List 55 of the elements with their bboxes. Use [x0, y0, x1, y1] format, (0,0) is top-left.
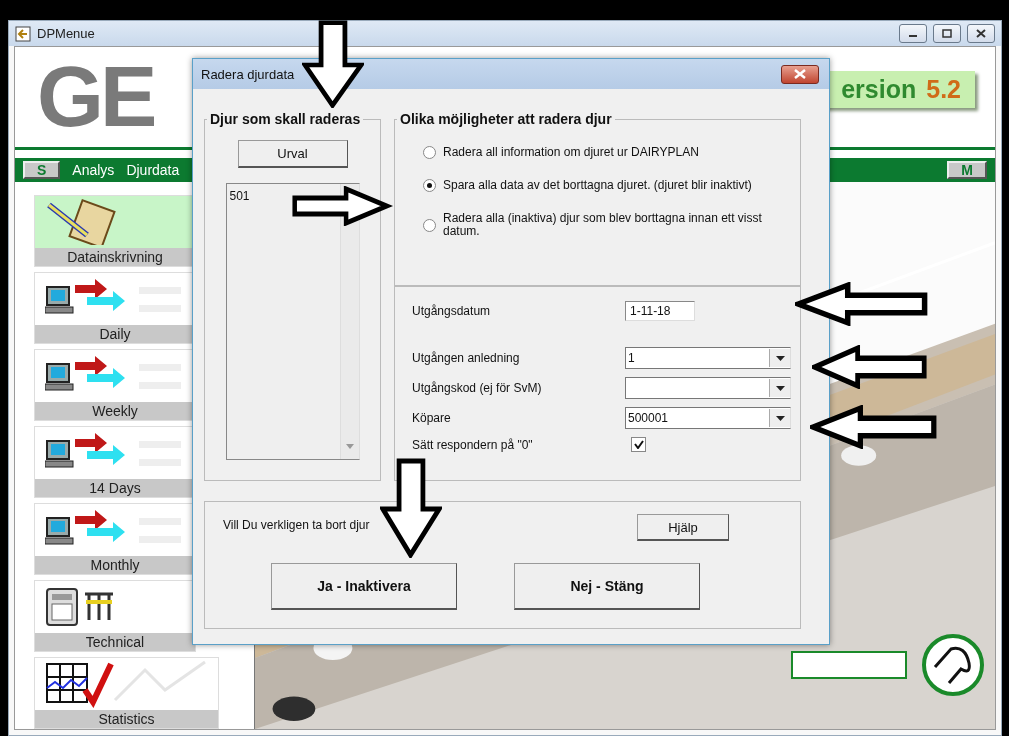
sidebar-tile[interactable]: Technical — [34, 580, 196, 652]
caret-icon — [775, 355, 785, 361]
confirm-question: Vill Du verkligen ta bort djur — [223, 517, 371, 534]
version-number: 5.2 — [926, 75, 961, 104]
minimize-button[interactable] — [899, 24, 927, 43]
urval-button[interactable]: Urval — [237, 140, 348, 168]
tile-label: 14 Days — [35, 479, 195, 497]
group-title: Djur som skall raderas — [207, 111, 364, 127]
window-title: DPMenue — [37, 26, 96, 41]
close-button[interactable] — [967, 24, 995, 43]
version-label: ersion — [841, 75, 917, 104]
tile-label: Technical — [35, 633, 195, 651]
radio-button[interactable] — [423, 218, 436, 232]
dropdown-field[interactable]: 1 — [625, 347, 791, 369]
maximize-icon — [942, 29, 952, 38]
menu-item[interactable]: Analys — [72, 162, 115, 178]
dropdown-field[interactable] — [625, 377, 791, 399]
option-label: Radera alla (inaktiva) djur som blev borttagna innan ett visst datum. — [443, 212, 763, 238]
list-item[interactable]: 501 — [229, 189, 250, 203]
group-title: Olika möjligheter att radera djur — [397, 111, 615, 127]
check-icon — [633, 440, 644, 449]
field-label: Köpare — [412, 411, 452, 425]
dialog-button[interactable]: Ja - Inaktivera — [271, 563, 457, 610]
option-label: Spara alla data av det borttagna djuret. (djuret blir inaktivt) — [443, 179, 753, 192]
close-button[interactable] — [781, 64, 819, 84]
checkbox[interactable] — [631, 437, 646, 452]
field-label: Utgångsdatum — [412, 304, 492, 318]
sidebar-tile[interactable]: Statistics — [34, 657, 219, 729]
radio-button[interactable] — [423, 179, 436, 192]
option-label: Radera all information om djuret ur DAIRYPLAN — [443, 146, 700, 159]
tile-label: Datainskrivning — [35, 248, 195, 266]
tile-label: Daily — [35, 325, 195, 343]
animal-list[interactable]: 501 — [225, 183, 360, 460]
app-icon — [15, 25, 31, 42]
tile-label: Statistics — [35, 710, 218, 728]
menu-item[interactable]: Djurdata — [126, 162, 180, 178]
close-icon — [794, 69, 806, 79]
field-label: Utgångskod (ej för SvM) — [412, 381, 543, 395]
field-label: Sätt respondern på "0" — [412, 437, 534, 452]
logo: GE — [37, 52, 154, 139]
caret-icon — [775, 385, 785, 391]
caret-icon — [775, 415, 785, 421]
dialog-title: Radera djurdata — [201, 66, 295, 82]
maximize-button[interactable] — [933, 24, 961, 43]
tile-label: Monthly — [35, 556, 195, 574]
radio-button[interactable] — [423, 146, 436, 159]
date-field[interactable]: 1-11-18 — [625, 301, 695, 321]
help-button[interactable]: Hjälp — [637, 514, 729, 541]
tile-label: Weekly — [35, 402, 195, 420]
scroll-down-icon — [345, 444, 354, 449]
return-icon[interactable] — [921, 633, 985, 697]
field-label: Utgången anledning — [412, 351, 521, 365]
close-icon — [976, 29, 986, 38]
dialog-button[interactable]: Nej - Stäng — [514, 563, 700, 610]
dropdown-field[interactable]: 500001 — [625, 407, 791, 429]
